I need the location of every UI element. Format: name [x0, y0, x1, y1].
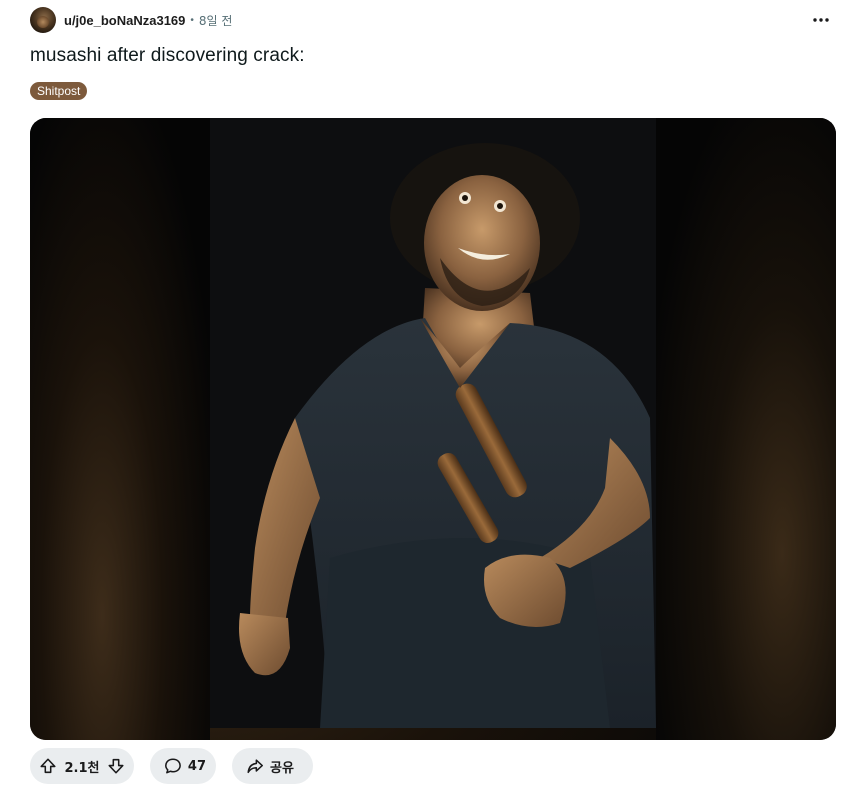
vote-score: 2.1천 — [64, 760, 100, 776]
post-card: u/j0e_boNaNza3169 • 8일 전 musashi after d… — [0, 0, 850, 786]
share-arrow-icon — [247, 759, 263, 774]
arrow-up-icon — [40, 758, 56, 774]
musashi-photo-illustration — [210, 118, 656, 728]
post-timestamp: 8일 전 — [198, 13, 233, 28]
post-actions: 2.1천 47 공유 — [30, 748, 313, 786]
author-username[interactable]: u/j0e_boNaNza3169 — [64, 13, 185, 28]
comments-button[interactable]: 47 — [150, 748, 216, 784]
comment-count: 47 — [187, 758, 206, 774]
post-flair[interactable]: Shitpost — [30, 82, 88, 100]
meta-separator: • — [190, 14, 194, 26]
share-button[interactable]: 공유 — [232, 748, 313, 784]
speech-bubble-icon — [165, 758, 181, 774]
more-horizontal-icon — [813, 18, 829, 22]
more-options-button[interactable] — [808, 8, 834, 32]
arrow-down-icon — [108, 758, 124, 774]
avatar[interactable] — [30, 7, 56, 33]
post-image[interactable] — [210, 118, 656, 728]
vote-group: 2.1천 — [30, 748, 134, 784]
downvote-button[interactable] — [106, 756, 126, 776]
post-media[interactable] — [30, 118, 836, 740]
post-title[interactable]: musashi after discovering crack: — [30, 45, 305, 67]
media-blur-right — [656, 118, 836, 740]
post-header: u/j0e_boNaNza3169 • 8일 전 — [30, 6, 840, 34]
media-blur-left — [30, 118, 210, 740]
upvote-button[interactable] — [38, 756, 58, 776]
share-label: 공유 — [270, 760, 294, 776]
